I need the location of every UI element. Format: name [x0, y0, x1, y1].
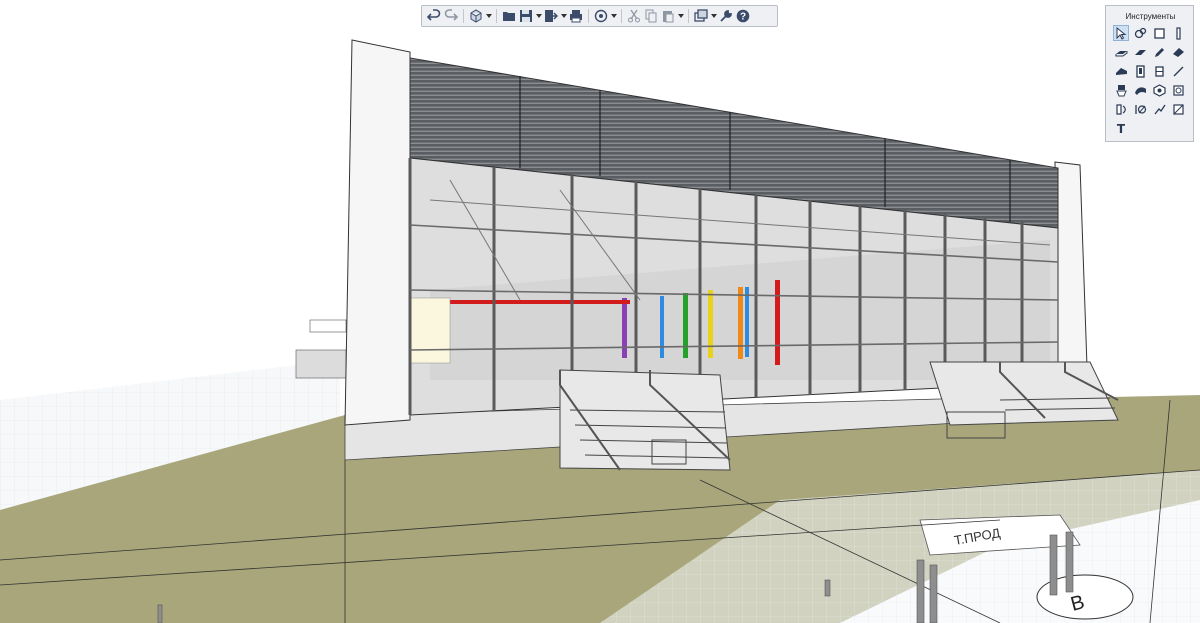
chevron-down-icon[interactable] — [560, 7, 567, 25]
chevron-down-icon[interactable] — [535, 7, 542, 25]
redo-icon[interactable] — [443, 7, 459, 25]
layers-icon[interactable] — [693, 7, 709, 25]
slab-icon[interactable] — [1113, 44, 1129, 60]
fixture-icon[interactable] — [1113, 82, 1129, 98]
chevron-down-icon[interactable] — [610, 7, 617, 25]
roof-icon[interactable] — [1113, 63, 1129, 79]
toolbar-separator — [621, 9, 622, 23]
help-icon[interactable]: ? — [735, 7, 751, 25]
copy-icon[interactable] — [643, 7, 659, 25]
chevron-down-icon[interactable] — [485, 7, 492, 25]
paste-icon[interactable] — [660, 7, 676, 25]
window-icon[interactable] — [1151, 63, 1167, 79]
undo-icon[interactable] — [426, 7, 442, 25]
wall-icon[interactable] — [1132, 44, 1148, 60]
chevron-down-icon[interactable] — [677, 7, 684, 25]
toolbar-separator — [463, 9, 464, 23]
export-icon[interactable] — [543, 7, 559, 25]
toolbar-separator — [588, 9, 589, 23]
navigation-icon[interactable] — [593, 7, 609, 25]
door-icon[interactable] — [1132, 63, 1148, 79]
toolbar-separator — [496, 9, 497, 23]
pencil-icon[interactable] — [1151, 44, 1167, 60]
open-folder-icon[interactable] — [501, 7, 517, 25]
line-icon[interactable] — [1170, 63, 1186, 79]
zone-icon[interactable] — [1132, 101, 1148, 117]
text-tool-glyph: T — [1116, 122, 1126, 136]
selection-fence-icon[interactable] — [1132, 25, 1148, 41]
stair-icon[interactable] — [1113, 101, 1129, 117]
select-arrow-icon[interactable] — [1113, 25, 1129, 41]
save-icon[interactable] — [518, 7, 534, 25]
tools-panel-title: Инструменты — [1125, 12, 1176, 21]
chevron-down-icon[interactable] — [710, 7, 717, 25]
3d-viewport[interactable]: Т.ПРОД В — [0, 0, 1200, 623]
view-cube-icon[interactable] — [468, 7, 484, 25]
object-icon[interactable] — [1151, 82, 1167, 98]
wrench-icon[interactable] — [718, 7, 734, 25]
door-opening-icon[interactable] — [1151, 25, 1167, 41]
dimension-icon[interactable] — [1170, 101, 1186, 117]
cut-icon[interactable] — [626, 7, 642, 25]
main-toolbar: ? — [421, 5, 778, 27]
text-tool-icon[interactable]: T — [1113, 121, 1129, 137]
tools-panel: Инструменты T — [1105, 5, 1194, 142]
mesh-icon[interactable] — [1132, 82, 1148, 98]
stair-center — [559, 369, 731, 471]
eraser-icon[interactable] — [1170, 44, 1186, 60]
column-icon[interactable] — [1170, 25, 1186, 41]
print-icon[interactable] — [568, 7, 584, 25]
toolbar-separator — [688, 9, 689, 23]
end-wall-left — [344, 39, 411, 426]
help-glyph: ? — [740, 12, 746, 23]
railing-icon[interactable] — [1151, 101, 1167, 117]
room-tag-icon[interactable] — [1170, 82, 1186, 98]
